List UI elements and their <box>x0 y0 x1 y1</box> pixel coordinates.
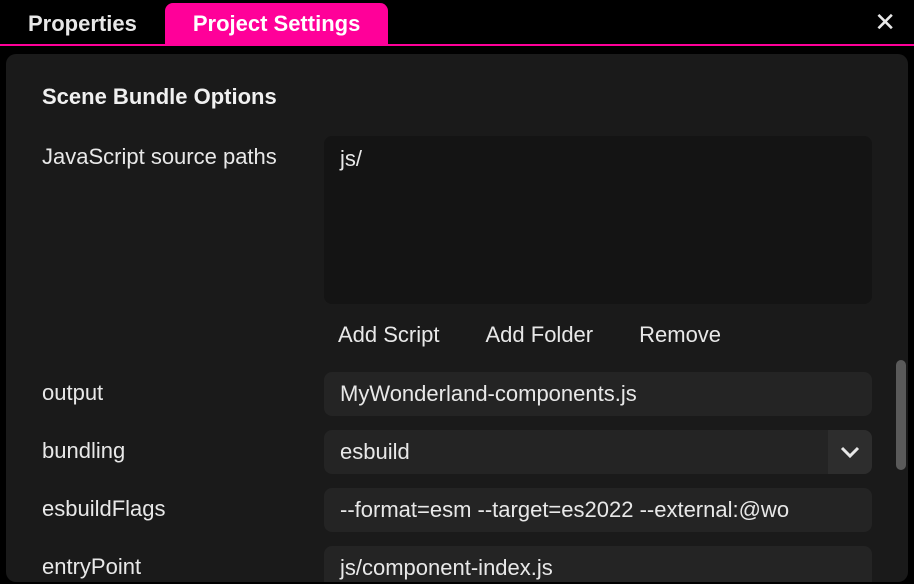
row-js-source-paths: JavaScript source paths js/ Add Script A… <box>42 136 872 358</box>
source-paths-actions: Add Script Add Folder Remove <box>324 304 872 358</box>
tab-bar: Properties Project Settings ✕ <box>0 0 914 46</box>
row-esbuild-flags: esbuildFlags --format=esm --target=es202… <box>42 488 872 532</box>
col-js-source-paths: js/ Add Script Add Folder Remove <box>324 136 872 358</box>
add-folder-button[interactable]: Add Folder <box>486 322 594 348</box>
add-script-button[interactable]: Add Script <box>338 322 440 348</box>
panel-container: Scene Bundle Options JavaScript source p… <box>0 46 914 582</box>
row-entry-point: entryPoint js/component-index.js <box>42 546 872 582</box>
tab-project-settings[interactable]: Project Settings <box>165 3 388 45</box>
bundling-select[interactable]: esbuild <box>324 430 872 474</box>
settings-panel: Scene Bundle Options JavaScript source p… <box>6 54 908 582</box>
close-icon[interactable]: ✕ <box>874 9 896 35</box>
bundling-value: esbuild <box>324 439 828 465</box>
label-entry-point: entryPoint <box>42 546 324 580</box>
remove-button[interactable]: Remove <box>639 322 721 348</box>
entry-point-input[interactable]: js/component-index.js <box>324 546 872 582</box>
scrollbar-thumb[interactable] <box>896 360 906 470</box>
tab-properties[interactable]: Properties <box>0 3 165 45</box>
js-source-path-item[interactable]: js/ <box>340 146 856 172</box>
row-output: output MyWonderland-components.js <box>42 372 872 416</box>
output-input[interactable]: MyWonderland-components.js <box>324 372 872 416</box>
section-title: Scene Bundle Options <box>42 84 872 110</box>
label-esbuild-flags: esbuildFlags <box>42 488 324 522</box>
row-bundling: bundling esbuild <box>42 430 872 474</box>
label-output: output <box>42 372 324 406</box>
label-bundling: bundling <box>42 430 324 464</box>
label-js-source-paths: JavaScript source paths <box>42 136 324 170</box>
chevron-down-icon[interactable] <box>828 430 872 474</box>
esbuild-flags-input[interactable]: --format=esm --target=es2022 --external:… <box>324 488 872 532</box>
js-source-paths-list[interactable]: js/ <box>324 136 872 304</box>
